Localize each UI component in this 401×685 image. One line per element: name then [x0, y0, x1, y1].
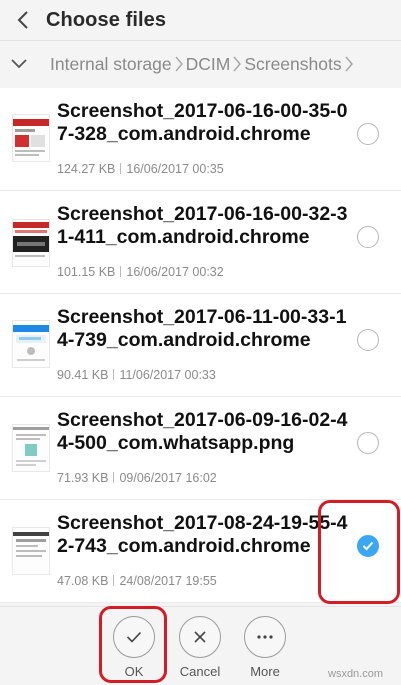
file-meta: 47.08 KB 24/08/2017 19:55 [57, 574, 217, 588]
breadcrumb-toggle[interactable] [0, 44, 38, 84]
file-list: Screenshot_2017-06-16-00-35-07-328_com.a… [0, 88, 401, 603]
file-thumbnail [12, 320, 50, 368]
select-checkbox[interactable] [357, 329, 379, 351]
close-icon [194, 631, 206, 643]
cancel-circle [179, 616, 221, 658]
file-date: 16/06/2017 00:35 [126, 162, 224, 176]
file-thumbnail [12, 114, 50, 162]
file-date: 24/08/2017 19:55 [119, 574, 217, 588]
cancel-button[interactable]: Cancel [170, 616, 230, 679]
file-date: 16/06/2017 00:32 [126, 265, 224, 279]
meta-divider [120, 266, 122, 277]
file-date: 11/06/2017 00:33 [119, 368, 216, 382]
breadcrumb-internal-storage[interactable]: Internal storage [50, 54, 172, 75]
file-meta: 101.15 KB 16/06/2017 00:32 [57, 265, 224, 279]
file-name: Screenshot_2017-08-24-19-55-42-743_com.a… [57, 512, 348, 557]
chevron-left-icon [17, 11, 28, 29]
meta-divider [113, 472, 115, 483]
watermark: wsxdn.com [328, 668, 384, 680]
file-name: Screenshot_2017-06-11-00-33-14-739_com.a… [57, 306, 347, 351]
meta-divider [113, 575, 115, 586]
file-name: Screenshot_2017-06-16-00-35-07-328_com.a… [57, 100, 348, 145]
meta-divider [113, 369, 115, 380]
file-row[interactable]: Screenshot_2017-06-11-00-33-14-739_com.a… [0, 294, 401, 397]
more-dots-icon [257, 635, 273, 639]
file-size: 71.93 KB [57, 471, 109, 485]
cancel-label: Cancel [179, 664, 221, 679]
file-row[interactable]: Screenshot_2017-08-24-19-55-42-743_com.a… [0, 500, 401, 603]
file-row[interactable]: Screenshot_2017-06-16-00-32-31-411_com.a… [0, 191, 401, 294]
breadcrumb-dcim[interactable]: DCIM [186, 54, 231, 75]
chevron-right-icon [345, 56, 353, 72]
checkmark-icon [362, 541, 374, 551]
chevron-right-icon [175, 56, 183, 72]
file-meta: 90.41 KB 11/06/2017 00:33 [57, 368, 216, 382]
file-name: Screenshot_2017-06-09-16-02-44-500_com.w… [57, 409, 348, 454]
select-checkbox[interactable] [357, 123, 379, 145]
more-button[interactable]: More [235, 616, 295, 679]
page-title: Choose files [46, 8, 167, 31]
file-row[interactable]: Screenshot_2017-06-16-00-35-07-328_com.a… [0, 88, 401, 191]
more-label: More [250, 664, 280, 679]
chevron-down-icon [11, 59, 27, 69]
file-size: 124.27 KB [57, 162, 116, 176]
file-date: 09/06/2017 16:02 [119, 471, 217, 485]
file-meta: 71.93 KB 09/06/2017 16:02 [57, 471, 217, 485]
file-meta: 124.27 KB 16/06/2017 00:35 [57, 162, 224, 176]
select-checkbox[interactable] [357, 432, 379, 454]
check-icon [126, 631, 142, 643]
ok-button[interactable]: OK [104, 616, 164, 679]
select-checkbox[interactable] [357, 535, 379, 557]
file-size: 47.08 KB [57, 574, 109, 588]
file-thumbnail [12, 527, 50, 575]
chevron-right-icon [233, 56, 242, 72]
breadcrumb-screenshots[interactable]: Screenshots [244, 54, 341, 75]
file-row[interactable]: Screenshot_2017-06-09-16-02-44-500_com.w… [0, 397, 401, 500]
ok-label: OK [124, 664, 144, 679]
meta-divider [120, 163, 122, 174]
header-divider [0, 40, 401, 41]
file-thumbnail [12, 424, 50, 472]
file-size: 90.41 KB [57, 368, 109, 382]
more-circle [244, 616, 286, 658]
title-bar: Choose files [0, 0, 401, 40]
file-thumbnail [12, 219, 50, 267]
back-button[interactable] [0, 0, 46, 40]
select-checkbox[interactable] [357, 226, 379, 248]
file-size: 101.15 KB [57, 265, 116, 279]
breadcrumb: Internal storage DCIM Screenshots [0, 44, 401, 84]
file-name: Screenshot_2017-06-16-00-32-31-411_com.a… [57, 203, 348, 248]
ok-circle [113, 616, 155, 658]
